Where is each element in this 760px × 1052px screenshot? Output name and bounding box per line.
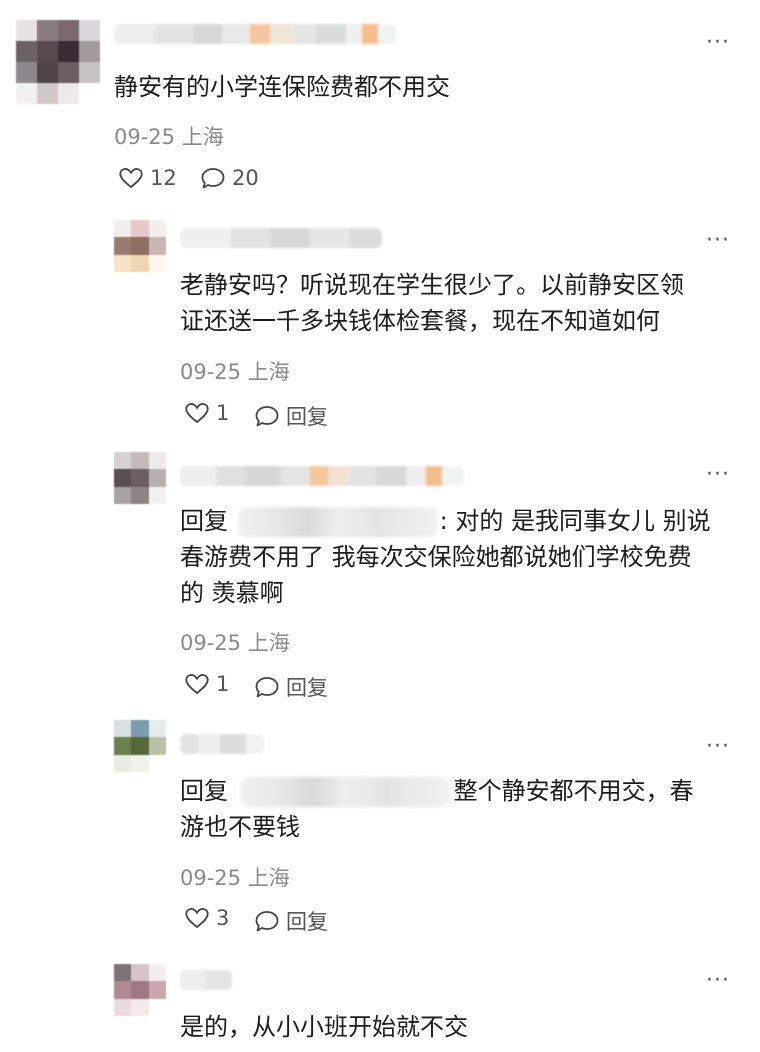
speech-bubble-icon xyxy=(255,911,279,932)
reply-text-line: 的 羡慕啊 xyxy=(180,579,284,607)
reply-text-line: 回复 : 对的 是我同事女儿 别说 xyxy=(180,504,711,538)
speech-bubble-icon xyxy=(255,677,279,698)
like-count: 12 xyxy=(150,166,177,190)
heart-outline-icon xyxy=(185,674,209,695)
reply-location: 上海 xyxy=(247,631,290,655)
avatar[interactable] xyxy=(114,452,166,504)
heart-outline-icon xyxy=(185,908,209,929)
reply-location: 上海 xyxy=(247,866,290,890)
reply-text-line: 是的，从小小班开始就不交 xyxy=(180,1013,468,1041)
speech-bubble-icon xyxy=(201,168,225,189)
reply-text-line: 回复 整个静安都不用交，春 xyxy=(180,774,694,808)
username-blurred[interactable] xyxy=(180,466,464,486)
reply-button[interactable]: 回复 xyxy=(254,906,328,936)
reply-prefix: 回复 xyxy=(180,507,228,535)
avatar[interactable] xyxy=(114,964,166,1016)
comment-count: 20 xyxy=(232,166,259,190)
avatar[interactable] xyxy=(114,220,166,272)
more-options-icon[interactable]: ··· xyxy=(706,736,730,758)
reply-location: 上海 xyxy=(247,360,290,384)
reply-prefix: 回复 xyxy=(180,777,228,805)
reply-meta: 09-25 上海 xyxy=(180,356,290,386)
reply-date: 09-25 xyxy=(180,360,242,384)
comment-meta: 09-25 上海 xyxy=(114,121,224,151)
comment-button[interactable]: 20 xyxy=(200,166,259,190)
heart-outline-icon xyxy=(185,403,209,424)
more-options-icon[interactable]: ··· xyxy=(706,970,730,992)
comment-text: 静安有的小学连保险费都不用交 xyxy=(114,73,450,101)
more-options-icon[interactable]: ··· xyxy=(706,32,730,54)
username-blurred[interactable] xyxy=(180,734,264,754)
avatar[interactable] xyxy=(16,20,100,104)
mentioned-user-blurred[interactable] xyxy=(239,777,450,807)
reply-meta: 09-25 上海 xyxy=(180,627,290,657)
comment-date: 09-25 xyxy=(114,125,176,149)
speech-bubble-icon xyxy=(255,406,279,427)
like-button[interactable]: 3 xyxy=(184,906,229,930)
avatar[interactable] xyxy=(114,720,166,772)
reply-meta: 09-25 上海 xyxy=(180,862,290,892)
reply-label: 回复 xyxy=(286,405,328,429)
like-count: 1 xyxy=(216,672,230,696)
reply-date: 09-25 xyxy=(180,866,242,890)
more-options-icon[interactable]: ··· xyxy=(706,230,730,252)
reply-text-fragment: 整个静安都不用交，春 xyxy=(453,777,694,805)
heart-outline-icon xyxy=(119,168,143,189)
comment-location: 上海 xyxy=(181,125,224,149)
reply-text-line: 游也不要钱 xyxy=(180,813,300,841)
reply-button[interactable]: 回复 xyxy=(254,672,328,702)
mentioned-user-blurred[interactable] xyxy=(237,507,438,537)
reply-button[interactable]: 回复 xyxy=(254,401,328,431)
reply-text-line: 春游费不用了 我每次交保险她都说她们学校免费 xyxy=(180,543,692,571)
reply-text-line: 证还送一千多块钱体检套餐，现在不知道如何 xyxy=(180,307,660,335)
reply-date: 09-25 xyxy=(180,631,242,655)
like-button[interactable]: 12 xyxy=(118,166,177,190)
like-button[interactable]: 1 xyxy=(184,672,229,696)
like-count: 1 xyxy=(216,401,230,425)
like-count: 3 xyxy=(216,906,230,930)
reply-text-line: 老静安吗？听说现在学生很少了。以前静安区领 xyxy=(180,271,684,299)
reply-label: 回复 xyxy=(286,910,328,934)
more-options-icon[interactable]: ··· xyxy=(706,464,730,486)
reply-label: 回复 xyxy=(286,676,328,700)
username-blurred[interactable] xyxy=(114,24,396,44)
username-blurred[interactable] xyxy=(180,228,382,248)
like-button[interactable]: 1 xyxy=(184,401,229,425)
reply-text-fragment: : 对的 是我同事女儿 别说 xyxy=(439,507,711,535)
username-blurred[interactable] xyxy=(180,970,232,990)
